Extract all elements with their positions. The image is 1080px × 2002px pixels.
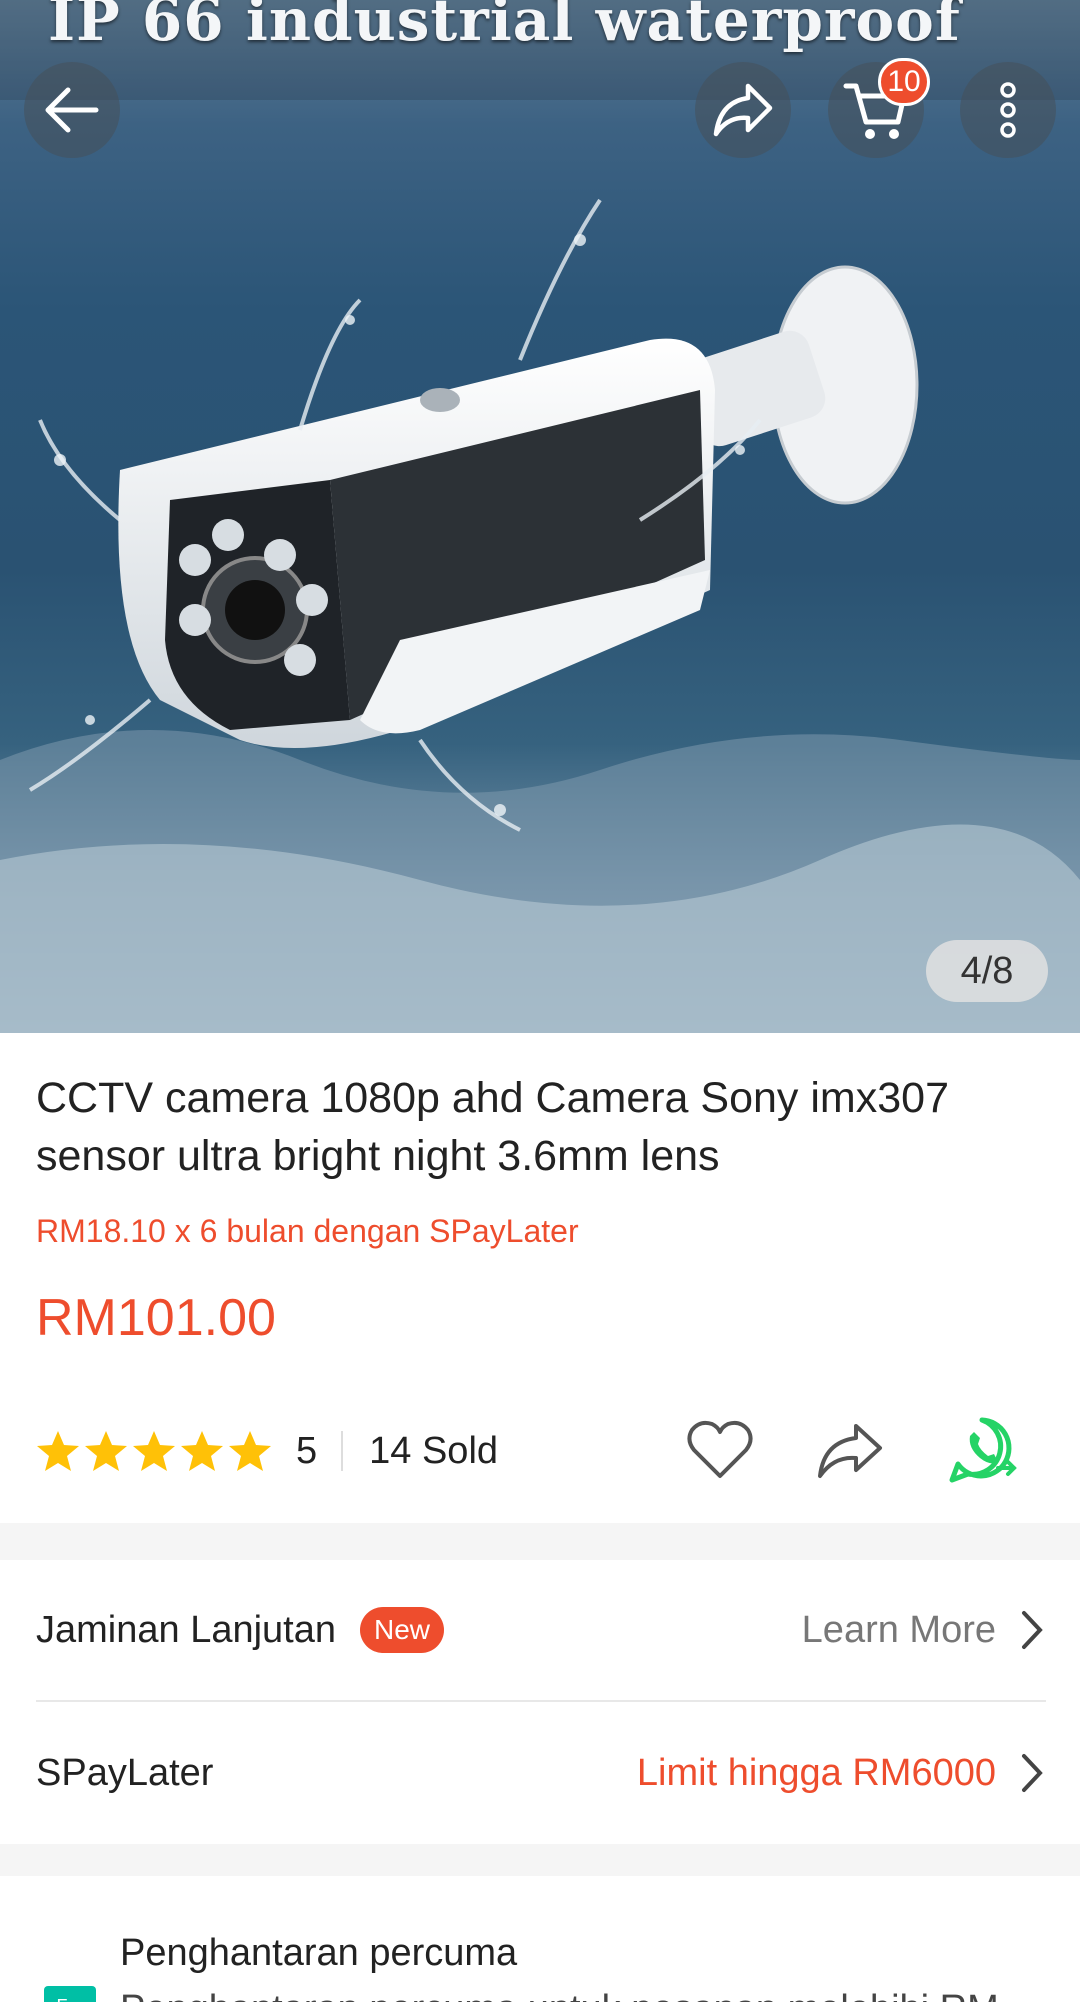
product-photo <box>0 0 1080 1033</box>
image-counter: 4/8 <box>926 940 1048 1002</box>
star-icon <box>229 1431 271 1471</box>
back-button[interactable] <box>24 62 120 158</box>
spaylater-row[interactable]: SPayLater Limit hingga RM6000 <box>36 1702 1046 1844</box>
more-options-button[interactable] <box>960 62 1056 158</box>
chevron-right-icon <box>1022 1611 1043 1649</box>
product-title: CCTV camera 1080p ahd Camera Sony imx307… <box>36 1074 949 1180</box>
product-info: CCTV camera 1080p ahd Camera Sony imx307… <box>0 1033 1080 1523</box>
divider <box>341 1431 344 1471</box>
arrow-left-icon <box>45 87 99 133</box>
star-icon <box>133 1431 175 1471</box>
rating-value: 5 <box>296 1429 318 1472</box>
cart-count-badge: 10 <box>878 58 930 106</box>
image-caption: IP 66 industrial waterproof <box>48 0 961 54</box>
product-image-carousel[interactable]: IP 66 industrial waterproof 10 4/8 <box>0 0 1080 1033</box>
whatsapp-icon[interactable] <box>948 1414 1020 1486</box>
rating-row[interactable]: 5 14 Sold <box>36 1421 498 1481</box>
share-icon[interactable] <box>814 1414 886 1486</box>
sold-count: 14 Sold <box>369 1429 499 1472</box>
star-icon <box>37 1431 79 1471</box>
shipping-subtitle: Penghantaran percuma untuk pesanan meleb… <box>120 1988 999 2002</box>
heart-icon[interactable] <box>684 1414 756 1486</box>
spaylater-label: SPayLater <box>36 1751 214 1794</box>
options-section: Jaminan Lanjutan New Learn More SPayLate… <box>0 1560 1080 1844</box>
new-badge: New <box>360 1607 445 1653</box>
star-icon <box>85 1431 127 1471</box>
share-icon <box>713 83 773 137</box>
chevron-right-icon <box>1022 1754 1043 1792</box>
extended-warranty-row[interactable]: Jaminan Lanjutan New Learn More <box>36 1560 1046 1702</box>
warranty-label: Jaminan Lanjutan <box>36 1608 336 1651</box>
installment-text[interactable]: RM18.10 x 6 bulan dengan SPayLater <box>36 1213 579 1250</box>
more-vertical-icon <box>1000 82 1016 138</box>
shipping-section[interactable]: Penghantaran percuma Fre Penghantaran pe… <box>0 1876 1080 2002</box>
spaylater-limit: Limit hingga RM6000 <box>636 1751 996 1794</box>
shipping-title: Penghantaran percuma <box>120 1932 518 1974</box>
share-button[interactable] <box>695 62 791 158</box>
free-shipping-icon: Fre <box>44 1986 96 2002</box>
learn-more-link[interactable]: Learn More <box>802 1609 996 1652</box>
product-price: RM101.00 <box>36 1289 276 1347</box>
rating-stars <box>36 1429 272 1473</box>
star-icon <box>181 1431 223 1471</box>
